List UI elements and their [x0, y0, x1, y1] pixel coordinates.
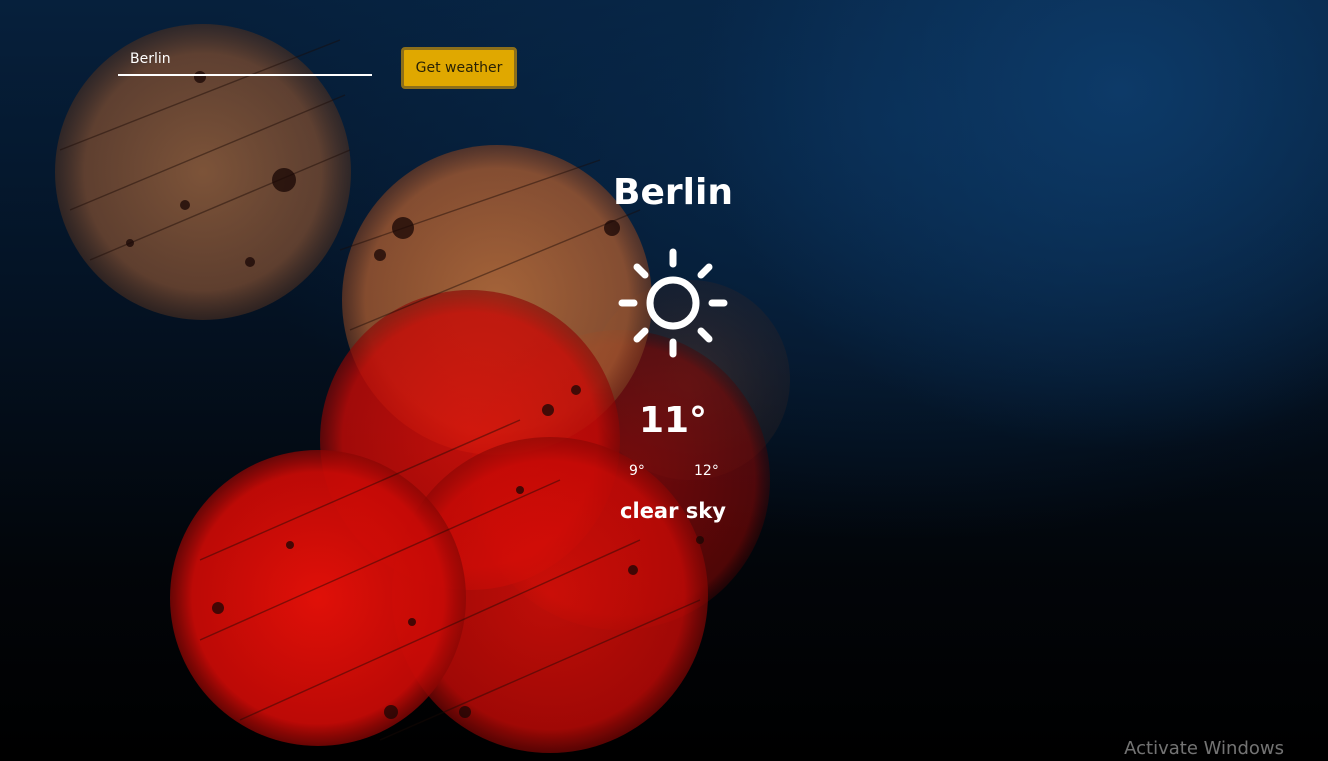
weather-description: clear sky — [620, 499, 726, 523]
city-search-input[interactable] — [118, 44, 372, 76]
get-weather-button[interactable]: Get weather — [401, 47, 517, 89]
min-temperature: 9° — [629, 463, 645, 479]
weather-panel: Berlin 11° 9° 12° clear sky — [573, 168, 773, 525]
activate-windows-watermark: Activate Windows — [1124, 738, 1284, 759]
current-temperature: 11° — [638, 400, 708, 441]
min-max-temperature: 9° 12° — [573, 463, 773, 485]
sun-icon — [618, 248, 728, 358]
max-temperature: 12° — [694, 463, 719, 479]
city-name: Berlin — [613, 172, 733, 213]
